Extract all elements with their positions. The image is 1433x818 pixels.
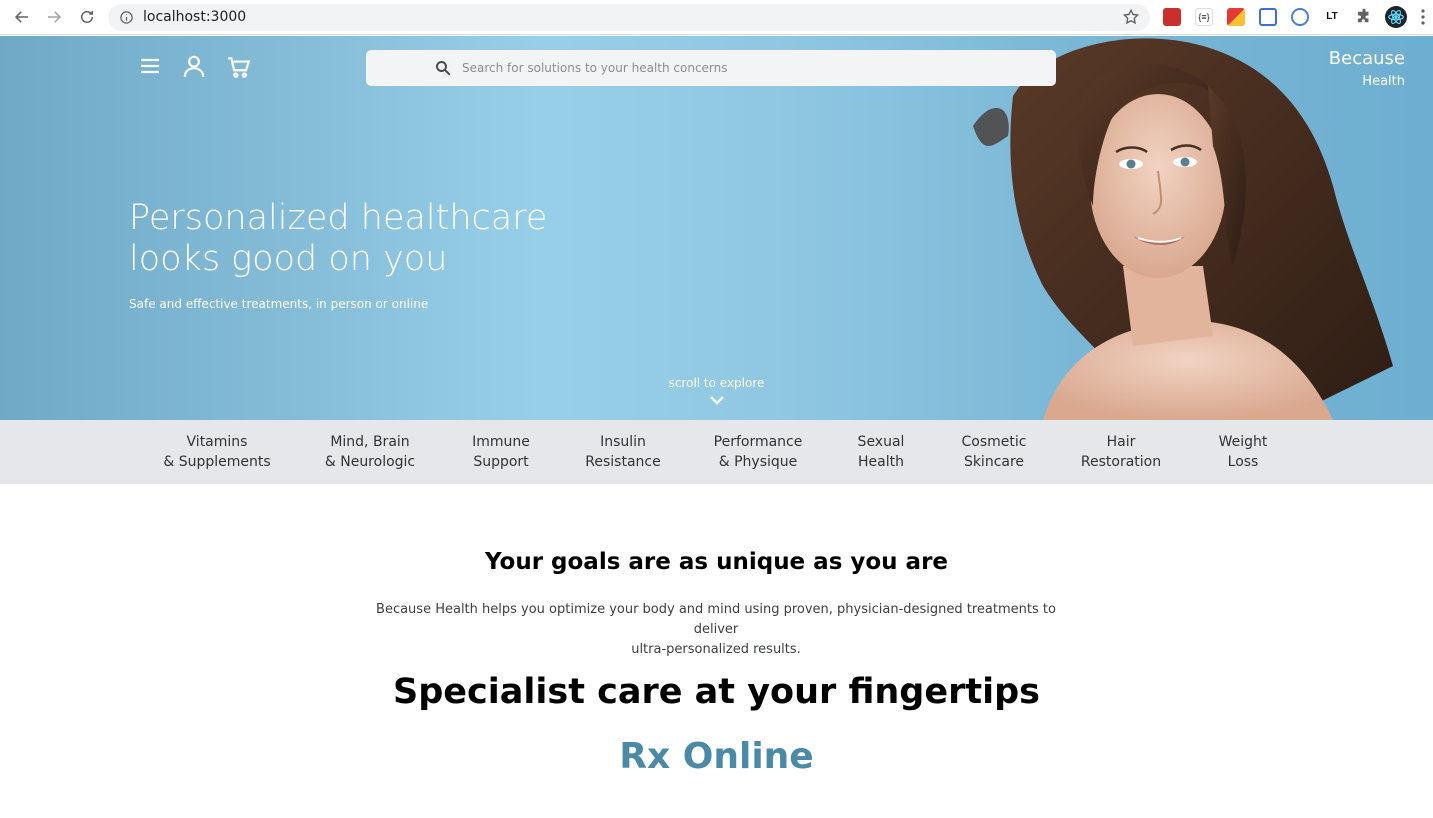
chevron-down-icon[interactable] (709, 394, 725, 406)
arrow-right-icon (48, 11, 62, 23)
category-line-2: & Supplements (163, 454, 271, 470)
category-hair[interactable]: Hair Restoration (1081, 432, 1161, 472)
goals-description-line-2: ultra-personalized results. (631, 642, 801, 657)
search-bar[interactable] (366, 50, 1056, 86)
category-performance[interactable]: Performance & Physique (714, 432, 803, 472)
category-vitamins[interactable]: Vitamins & Supplements (163, 432, 270, 472)
category-immune[interactable]: Immune Support (472, 432, 530, 472)
back-button[interactable] (10, 6, 34, 28)
hero-section: Because Health Personalized healthcare l… (0, 36, 1433, 420)
category-line-2: Loss (1227, 454, 1259, 470)
category-line-2: Support (473, 454, 529, 470)
goals-description: Because Health helps you optimize your b… (366, 600, 1066, 660)
brand-logo[interactable]: Because Health (1329, 48, 1405, 89)
brand-line-1: Because (1328, 48, 1405, 69)
category-line-2: Skincare (963, 454, 1025, 470)
info-icon[interactable] (119, 10, 134, 25)
extension-icon[interactable] (1259, 8, 1277, 26)
category-line-1: Cosmetic (961, 434, 1027, 450)
extension-icon[interactable] (1291, 8, 1309, 26)
hero-subtitle: Safe and effective treatments, in person… (129, 297, 429, 311)
category-nav: Vitamins & Supplements Mind, Brain & Neuro… (0, 420, 1433, 484)
category-line-2: Resistance (585, 454, 661, 470)
category-line-2: & Neurologic (324, 454, 416, 470)
category-line-1: Mind, Brain (330, 434, 410, 450)
address-bar[interactable]: localhost:3000 (108, 4, 1150, 31)
category-line-1: Immune (472, 434, 530, 450)
bookmark-star-icon[interactable] (1122, 8, 1140, 26)
reload-icon (81, 11, 93, 23)
lighthouse-extension-icon[interactable]: LT (1323, 8, 1341, 26)
goals-description-line-1: Because Health helps you optimize your b… (376, 602, 1056, 637)
category-line-1: Insulin (600, 434, 646, 450)
cart-icon[interactable] (226, 54, 252, 80)
category-line-1: Hair (1106, 434, 1136, 450)
extension-icon[interactable] (1163, 8, 1181, 26)
kebab-menu-icon[interactable] (1419, 8, 1427, 26)
search-icon[interactable] (434, 59, 452, 77)
forward-button[interactable] (42, 6, 66, 28)
category-cosmetic[interactable]: Cosmetic Skincare (962, 432, 1027, 472)
puzzle-icon[interactable] (1355, 8, 1373, 26)
category-line-1: Weight (1218, 434, 1268, 450)
category-line-1: Sexual (857, 434, 905, 450)
scroll-label: scroll to explore (668, 376, 765, 390)
url-text[interactable]: localhost:3000 (143, 9, 246, 25)
specialist-heading: Specialist care at your fingertips (393, 672, 1040, 712)
category-insulin[interactable]: Insulin Resistance (585, 432, 660, 472)
goals-heading: Your goals are as unique as you are (484, 549, 949, 575)
hamburger-icon[interactable] (138, 54, 162, 78)
category-line-2: Health (858, 454, 904, 470)
reload-button[interactable] (75, 6, 99, 28)
category-line-2: Restoration (1080, 454, 1162, 470)
category-mind-brain[interactable]: Mind, Brain & Neurologic (325, 432, 415, 472)
browser-toolbar: localhost:3000 {≡} LT (0, 0, 1433, 35)
react-devtools-icon[interactable] (1385, 6, 1407, 28)
category-sexual-health[interactable]: Sexual Health (858, 432, 905, 472)
user-icon[interactable] (181, 53, 207, 79)
scroll-to-explore[interactable]: scroll to explore (0, 376, 1433, 406)
category-line-1: Performance (713, 434, 803, 450)
extension-icon[interactable] (1227, 8, 1245, 26)
hero-headline-line-1: Personalized healthcare (129, 198, 548, 238)
rx-online-heading: Rx Online (619, 736, 814, 777)
hero-headline: Personalized healthcare looks good on yo… (129, 198, 649, 280)
category-weight-loss[interactable]: Weight Loss (1219, 432, 1268, 472)
brand-line-2: Health (1362, 74, 1405, 89)
hero-headline-line-2: looks good on you (129, 239, 448, 279)
json-extension-icon[interactable]: {≡} (1195, 8, 1213, 26)
category-line-1: Vitamins (186, 434, 248, 450)
arrow-left-icon (14, 11, 28, 23)
search-input[interactable] (462, 58, 1022, 78)
hero-model-photo (973, 38, 1393, 420)
category-line-2: & Physique (718, 454, 798, 470)
